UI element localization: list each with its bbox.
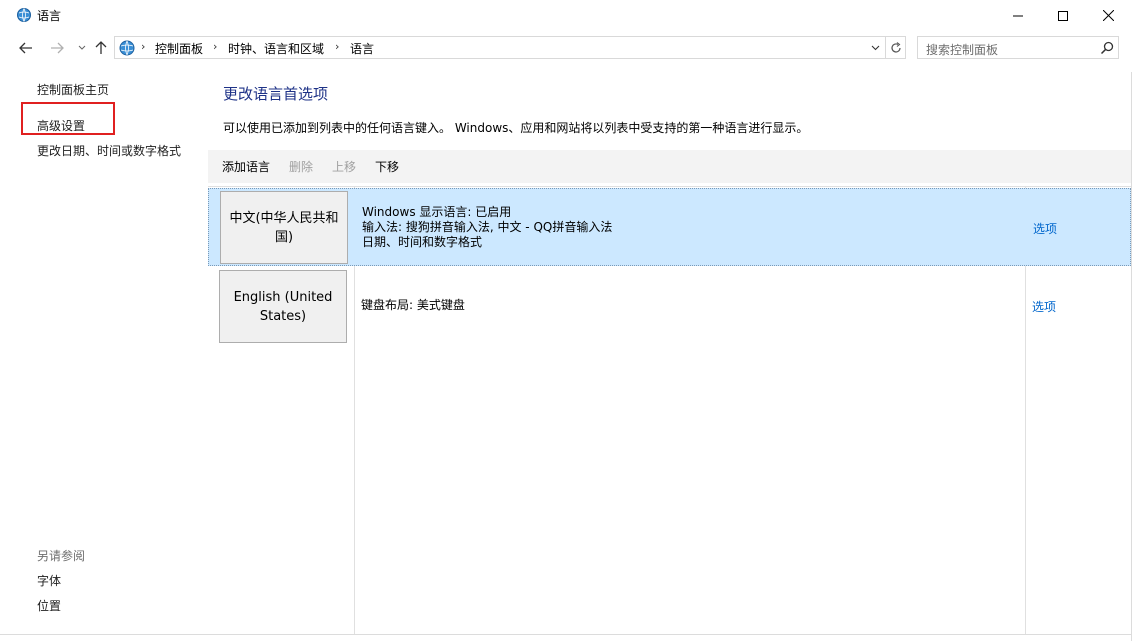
language-detail-keyboard: 键盘布局: 美式键盘 [361,298,465,312]
navigation-bar: › 控制面板 › 时钟、语言和区域 › 语言 搜索控制面板 [0,31,1139,64]
language-detail-display: Windows 显示语言: 已启用 [362,205,512,219]
move-up-button[interactable]: 上移 [332,158,356,175]
window-bottom-edge [0,634,1131,641]
language-detail-format: 日期、时间和数字格式 [362,235,483,249]
maximize-button[interactable] [1040,0,1086,31]
language-options-link[interactable]: 选项 [1032,298,1056,315]
sidebar-link-fonts[interactable]: 字体 [37,572,61,589]
language-detail-input-method: 输入法: 搜狗拼音输入法, 中文 - QQ拼音输入法 [362,220,613,234]
back-button[interactable] [15,37,37,59]
annotation-highlight-box [21,102,115,135]
breadcrumb-separator-icon[interactable]: › [335,40,339,53]
breadcrumb-language[interactable]: 语言 [350,40,374,57]
sidebar-link-location[interactable]: 位置 [37,597,61,614]
address-dropdown-chevron-icon[interactable] [865,37,885,58]
control-panel-globe-icon [16,7,32,23]
breadcrumb-control-panel[interactable]: 控制面板 [155,40,203,57]
sidebar-link-control-panel-home[interactable]: 控制面板主页 [37,81,109,98]
language-options-link[interactable]: 选项 [1033,220,1057,237]
control-panel-globe-icon [118,39,136,57]
title-bar: 语言 [0,0,1139,31]
close-button[interactable] [1085,0,1131,31]
language-tile[interactable]: 中文(中华人民共和国) [220,191,348,264]
main-content: 更改语言首选项 可以使用已添加到列表中的任何语言键入。 Windows、应用和网… [208,64,1131,635]
background-window-edge [1131,72,1139,641]
page-description: 可以使用已添加到列表中的任何语言键入。 Windows、应用和网站将以列表中受支… [223,121,809,135]
language-toolbar: 添加语言 删除 上移 下移 [208,150,1131,183]
breadcrumb-separator-icon[interactable]: › [141,40,145,53]
language-row-english[interactable]: English (United States) 键盘布局: 美式键盘 选项 [208,268,1131,346]
page-title: 更改语言首选项 [223,85,329,103]
minimize-button[interactable] [995,0,1041,31]
breadcrumb-separator-icon[interactable]: › [213,40,217,53]
refresh-icon[interactable] [885,37,906,58]
breadcrumb-clock-language-region[interactable]: 时钟、语言和区域 [228,40,324,57]
up-button[interactable] [90,37,112,59]
sidebar-link-change-date-time-format[interactable]: 更改日期、时间或数字格式 [37,142,181,159]
sidebar: 控制面板主页 高级设置 更改日期、时间或数字格式 另请参阅 字体 位置 [0,64,208,641]
language-tile[interactable]: English (United States) [219,270,347,343]
search-placeholder: 搜索控制面板 [926,43,999,57]
language-list: 中文(中华人民共和国) Windows 显示语言: 已启用 输入法: 搜狗拼音输… [208,186,1131,635]
search-icon[interactable] [1099,40,1115,56]
window-title: 语言 [37,9,62,23]
search-input[interactable]: 搜索控制面板 [917,36,1119,59]
add-language-button[interactable]: 添加语言 [222,158,270,175]
remove-language-button[interactable]: 删除 [289,158,313,175]
see-also-heading: 另请参阅 [37,549,86,563]
move-down-button[interactable]: 下移 [375,158,399,175]
language-row-chinese[interactable]: 中文(中华人民共和国) Windows 显示语言: 已启用 输入法: 搜狗拼音输… [208,188,1131,266]
address-bar[interactable]: › 控制面板 › 时钟、语言和区域 › 语言 [114,36,906,59]
forward-button[interactable] [46,37,68,59]
